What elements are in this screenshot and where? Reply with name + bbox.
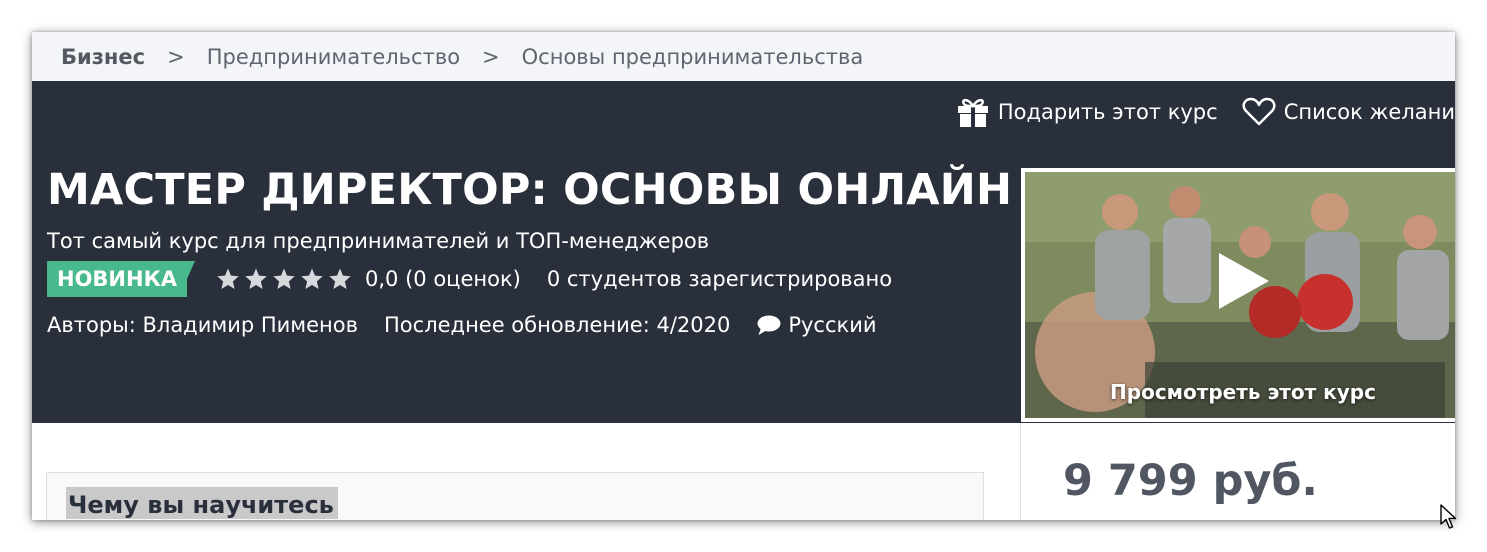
course-meta: Авторы: Владимир Пименов Последнее обнов…: [47, 313, 877, 337]
wishlist-label: Список желани: [1283, 100, 1455, 124]
play-icon[interactable]: [1213, 249, 1273, 313]
language-label: Русский: [788, 313, 877, 337]
breadcrumb: Бизнес > Предпринимательство > Основы пр…: [32, 32, 1455, 81]
star-icon: [301, 268, 323, 289]
speech-bubble-icon: [757, 315, 781, 335]
gift-icon: [957, 98, 988, 127]
course-price: 9 799 руб.: [1063, 456, 1318, 506]
what-you-learn-title: Чему вы научитесь: [66, 487, 338, 519]
breadcrumb-separator: >: [167, 44, 185, 69]
sidebar-divider: [1020, 423, 1021, 520]
course-page: Бизнес > Предпринимательство > Основы пр…: [32, 32, 1455, 520]
preview-label[interactable]: Просмотреть этот курс: [1025, 380, 1455, 404]
students-count: 0 студентов зарегистрировано: [546, 267, 893, 291]
course-preview-video[interactable]: Просмотреть этот курс: [1021, 168, 1455, 422]
course-authors[interactable]: Авторы: Владимир Пименов: [47, 313, 358, 337]
course-title: МАСТЕР ДИРЕКТОР: ОСНОВЫ ОНЛАЙН: [47, 165, 1013, 215]
rating-stars: [215, 267, 355, 291]
what-you-learn-box: Чему вы научитесь: [46, 472, 984, 520]
star-icon: [217, 268, 239, 289]
wishlist-button[interactable]: Список желани: [1242, 97, 1455, 127]
breadcrumb-item-basics[interactable]: Основы предпринимательства: [522, 45, 864, 69]
rating-value[interactable]: 0,0 (0 оценок): [365, 267, 521, 291]
course-subtitle: Тот самый курс для предпринимателей и ТО…: [47, 229, 710, 253]
gift-course-button[interactable]: Подарить этот курс: [956, 96, 1218, 128]
star-icon: [273, 268, 295, 289]
gift-course-label: Подарить этот курс: [997, 100, 1218, 124]
breadcrumb-item-business[interactable]: Бизнес: [61, 45, 145, 69]
breadcrumb-item-entrepreneurship[interactable]: Предпринимательство: [207, 45, 460, 69]
star-icon: [245, 268, 267, 289]
last-updated: Последнее обновление: 4/2020: [384, 313, 731, 337]
breadcrumb-separator: >: [482, 44, 500, 69]
new-badge: НОВИНКА: [47, 261, 196, 297]
mouse-cursor-icon: [1440, 504, 1457, 529]
rating-row: НОВИНКА 0,0 (0 оценок) 0 студентов зарег…: [47, 261, 892, 297]
course-language: Русский: [756, 313, 877, 337]
heart-icon: [1242, 97, 1276, 126]
course-actions: Подарить этот курс Список желани: [932, 96, 1455, 128]
star-icon: [329, 268, 351, 289]
